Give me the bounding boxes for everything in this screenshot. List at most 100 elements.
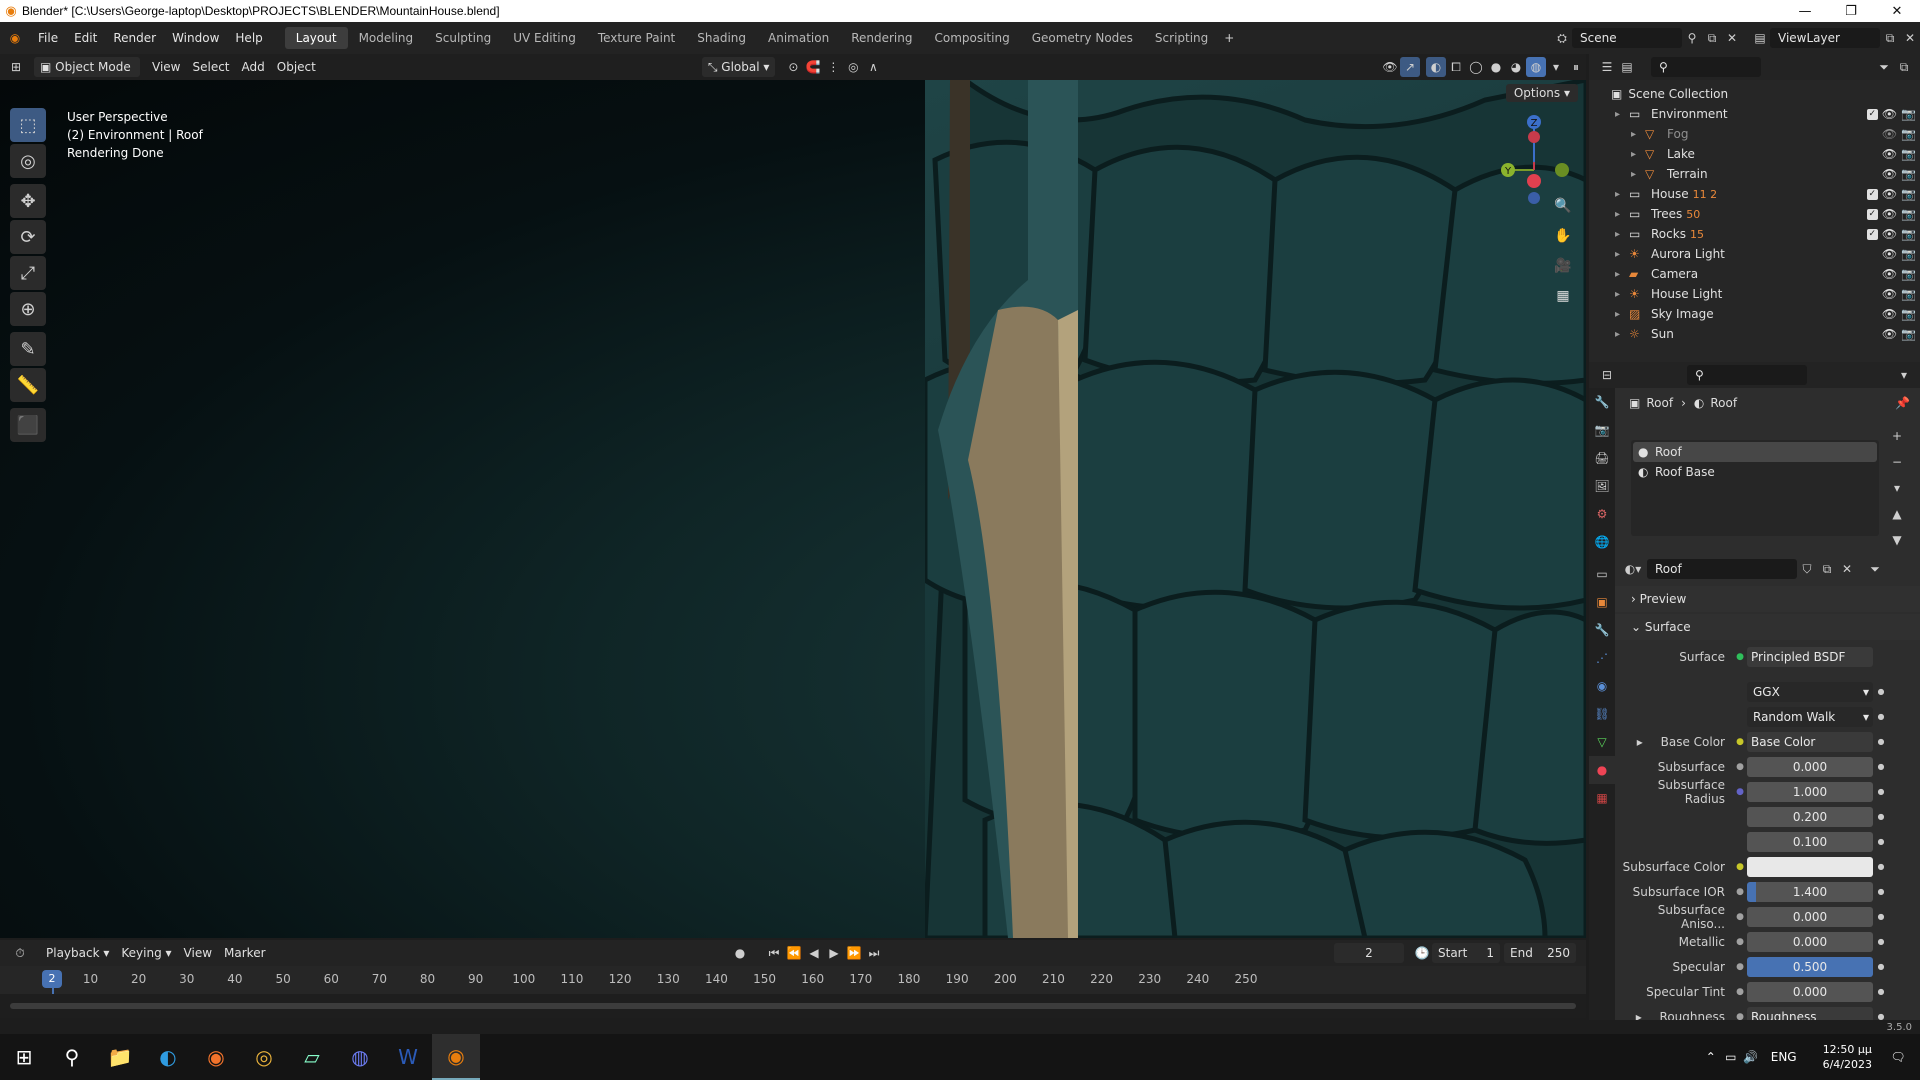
menu-window[interactable]: Window xyxy=(164,27,227,49)
property-value-field[interactable]: 0.000 xyxy=(1747,931,1873,952)
property-value-field[interactable] xyxy=(1747,856,1873,877)
file-explorer-icon[interactable]: 📁 xyxy=(96,1034,144,1080)
physics-tab-icon[interactable]: ◉ xyxy=(1589,672,1615,700)
timeline-menu-playback[interactable]: Playback ▾ xyxy=(40,943,115,963)
timeline-menu-keying[interactable]: Keying ▾ xyxy=(115,943,177,963)
unlink-material-icon[interactable]: ✕ xyxy=(1837,559,1857,579)
scene-collection[interactable]: ▣ Scene Collection xyxy=(1589,84,1920,104)
disclosure-triangle-icon[interactable]: ▸ xyxy=(1615,249,1629,260)
input-socket-icon[interactable]: ● xyxy=(1733,762,1747,772)
close-button[interactable]: ✕ xyxy=(1874,0,1920,22)
outliner-item-aurora-light[interactable]: ▸ ☀ Aurora Light 👁 📷 xyxy=(1589,244,1920,264)
transform-orientation-dropdown[interactable]: ⤡ Global ▾ xyxy=(701,57,776,77)
keyframe-dot-icon[interactable]: ● xyxy=(1873,962,1889,971)
input-socket-icon[interactable]: ● xyxy=(1733,1012,1747,1021)
input-socket-icon[interactable]: ● xyxy=(1733,962,1747,972)
menu-file[interactable]: File xyxy=(30,27,66,49)
modifier-tab-icon[interactable]: 🔧 xyxy=(1589,616,1615,644)
camera-render-icon[interactable]: 📷 xyxy=(1901,287,1916,301)
pan-hand-icon[interactable]: ✋ xyxy=(1550,223,1576,249)
camera-render-icon[interactable]: 📷 xyxy=(1901,207,1916,221)
shader-socket-icon[interactable]: ● xyxy=(1733,652,1747,662)
viewport-menu-select[interactable]: Select xyxy=(186,57,235,77)
eye-icon[interactable]: 👁 xyxy=(1882,267,1897,281)
eye-icon[interactable]: 👁 xyxy=(1882,187,1897,201)
add-cube-tool-icon[interactable]: ⬛ xyxy=(10,408,46,442)
duplicate-material-icon[interactable]: ⧉ xyxy=(1817,559,1837,579)
eye-icon[interactable]: 👁 xyxy=(1882,167,1897,181)
keyframe-dot-icon[interactable]: ● xyxy=(1873,987,1889,996)
keyframe-dot-icon[interactable]: ● xyxy=(1873,787,1889,796)
tab-layout[interactable]: Layout xyxy=(284,27,348,49)
material-slot[interactable]: ◐ Roof Base xyxy=(1633,462,1877,482)
exclude-checkbox[interactable]: ✓ xyxy=(1866,108,1878,120)
mode-dropdown[interactable]: ▣ Object Mode ▾ xyxy=(34,57,140,94)
camera-render-icon[interactable]: 📷 xyxy=(1901,247,1916,261)
volume-icon[interactable]: 🔊 xyxy=(1741,1047,1761,1067)
outliner-item-fog[interactable]: ▸ ▽ Fog 👁 📷 xyxy=(1589,124,1920,144)
falloff-icon[interactable]: ∧ xyxy=(863,57,883,77)
pin-icon[interactable]: ⚲ xyxy=(1682,28,1702,48)
3d-viewport[interactable]: ⬚ ◎ ✥ ⟳ ⤢ ⊕ ✎ 📏 ⬛ User Perspective (2) E… xyxy=(0,80,1586,938)
property-value-field[interactable]: 1.000 xyxy=(1747,781,1873,802)
maximize-button[interactable]: ❐ xyxy=(1828,0,1874,22)
exclude-checkbox[interactable]: ✓ xyxy=(1866,188,1878,200)
gizmo-toggle-icon[interactable]: ↗ xyxy=(1400,57,1420,77)
rotate-tool-icon[interactable]: ⟳ xyxy=(10,220,46,254)
discord-icon[interactable]: ◍ xyxy=(336,1034,384,1080)
chevron-up-icon[interactable]: ⌃ xyxy=(1701,1047,1721,1067)
battery-icon[interactable]: ▭ xyxy=(1721,1047,1741,1067)
new-collection-icon[interactable]: ⧉ xyxy=(1894,57,1914,77)
property-value-field[interactable]: 1.400 xyxy=(1747,881,1873,902)
jump-start-icon[interactable]: ⏮ xyxy=(764,943,784,963)
material-name-field[interactable]: Roof xyxy=(1647,559,1797,579)
expand-arrow-icon[interactable]: ▸ xyxy=(1636,1010,1646,1021)
scrollbar-thumb[interactable] xyxy=(10,1003,1576,1009)
windows-start-icon[interactable]: ⊞ xyxy=(0,1034,48,1080)
material-browse-icon[interactable]: ◐▾ xyxy=(1623,559,1643,579)
word-icon[interactable]: W xyxy=(384,1034,432,1080)
outliner-item-camera[interactable]: ▸ ▰ Camera 👁 📷 xyxy=(1589,264,1920,284)
camera-render-icon[interactable]: 📷 xyxy=(1901,127,1916,141)
move-slot-down-icon[interactable]: ▼ xyxy=(1887,530,1907,550)
blender-menu-icon[interactable]: ◉ xyxy=(0,28,30,48)
properties-options-icon[interactable]: ▾ xyxy=(1894,365,1914,385)
input-socket-icon[interactable]: ● xyxy=(1733,887,1747,897)
property-value-field[interactable]: 0.200 xyxy=(1747,806,1873,827)
snap-icon[interactable]: 🧲 xyxy=(803,57,823,77)
world-tab-icon[interactable]: 🌐 xyxy=(1589,528,1615,556)
preview-panel-header[interactable]: › Preview xyxy=(1615,586,1920,612)
render-tab-icon[interactable]: 📷 xyxy=(1589,416,1615,444)
input-socket-icon[interactable]: ● xyxy=(1733,937,1747,947)
input-socket-icon[interactable]: ● xyxy=(1733,862,1747,872)
move-slot-up-icon[interactable]: ▲ xyxy=(1887,504,1907,524)
texture-tab-icon[interactable]: ▦ xyxy=(1589,784,1615,812)
keyframe-dot-icon[interactable]: ● xyxy=(1873,887,1889,896)
wireframe-shading-icon[interactable]: ◯ xyxy=(1466,57,1486,77)
timeline-scrollbar[interactable] xyxy=(0,994,1586,1018)
disclosure-triangle-icon[interactable]: ▸ xyxy=(1615,269,1629,280)
view-layer-tab-icon[interactable]: 🖼 xyxy=(1589,472,1615,500)
frame-ruler[interactable]: 2 10 20 30 40 50 60 70 80 90 100 110 120 130 140 150 160… xyxy=(0,966,1586,1018)
eye-icon[interactable]: 👁 xyxy=(1882,307,1897,321)
outliner-item-sun[interactable]: ▸ ☼ Sun 👁 📷 xyxy=(1589,324,1920,344)
outliner-item-lake[interactable]: ▸ ▽ Lake 👁 📷 xyxy=(1589,144,1920,164)
rendered-shading-icon[interactable]: ◍ xyxy=(1526,57,1546,77)
start-frame-field[interactable]: Start 1 xyxy=(1432,943,1500,963)
scene-tab-icon[interactable]: ⚙ xyxy=(1589,500,1615,528)
disclosure-triangle-icon[interactable]: ▸ xyxy=(1615,309,1629,320)
input-socket-icon[interactable]: ● xyxy=(1733,737,1747,747)
eye-icon[interactable]: 👁 xyxy=(1882,227,1897,241)
display-mode-icon[interactable]: ▤ xyxy=(1617,57,1637,77)
cursor-tool-icon[interactable]: ◎ xyxy=(10,144,46,178)
play-reverse-icon[interactable]: ◀ xyxy=(804,943,824,963)
camera-render-icon[interactable]: 📷 xyxy=(1901,267,1916,281)
keyframe-dot-icon[interactable]: ● xyxy=(1873,687,1889,696)
autokey-record-icon[interactable]: ● xyxy=(730,943,750,963)
object-tab-icon[interactable]: ▣ xyxy=(1589,588,1615,616)
tab-animation[interactable]: Animation xyxy=(757,27,840,49)
filter-icon[interactable]: ⏷ xyxy=(1874,57,1894,77)
measure-tool-icon[interactable]: 📏 xyxy=(10,368,46,402)
constraints-tab-icon[interactable]: ⛓ xyxy=(1589,700,1615,728)
input-socket-icon[interactable]: ● xyxy=(1733,787,1747,797)
